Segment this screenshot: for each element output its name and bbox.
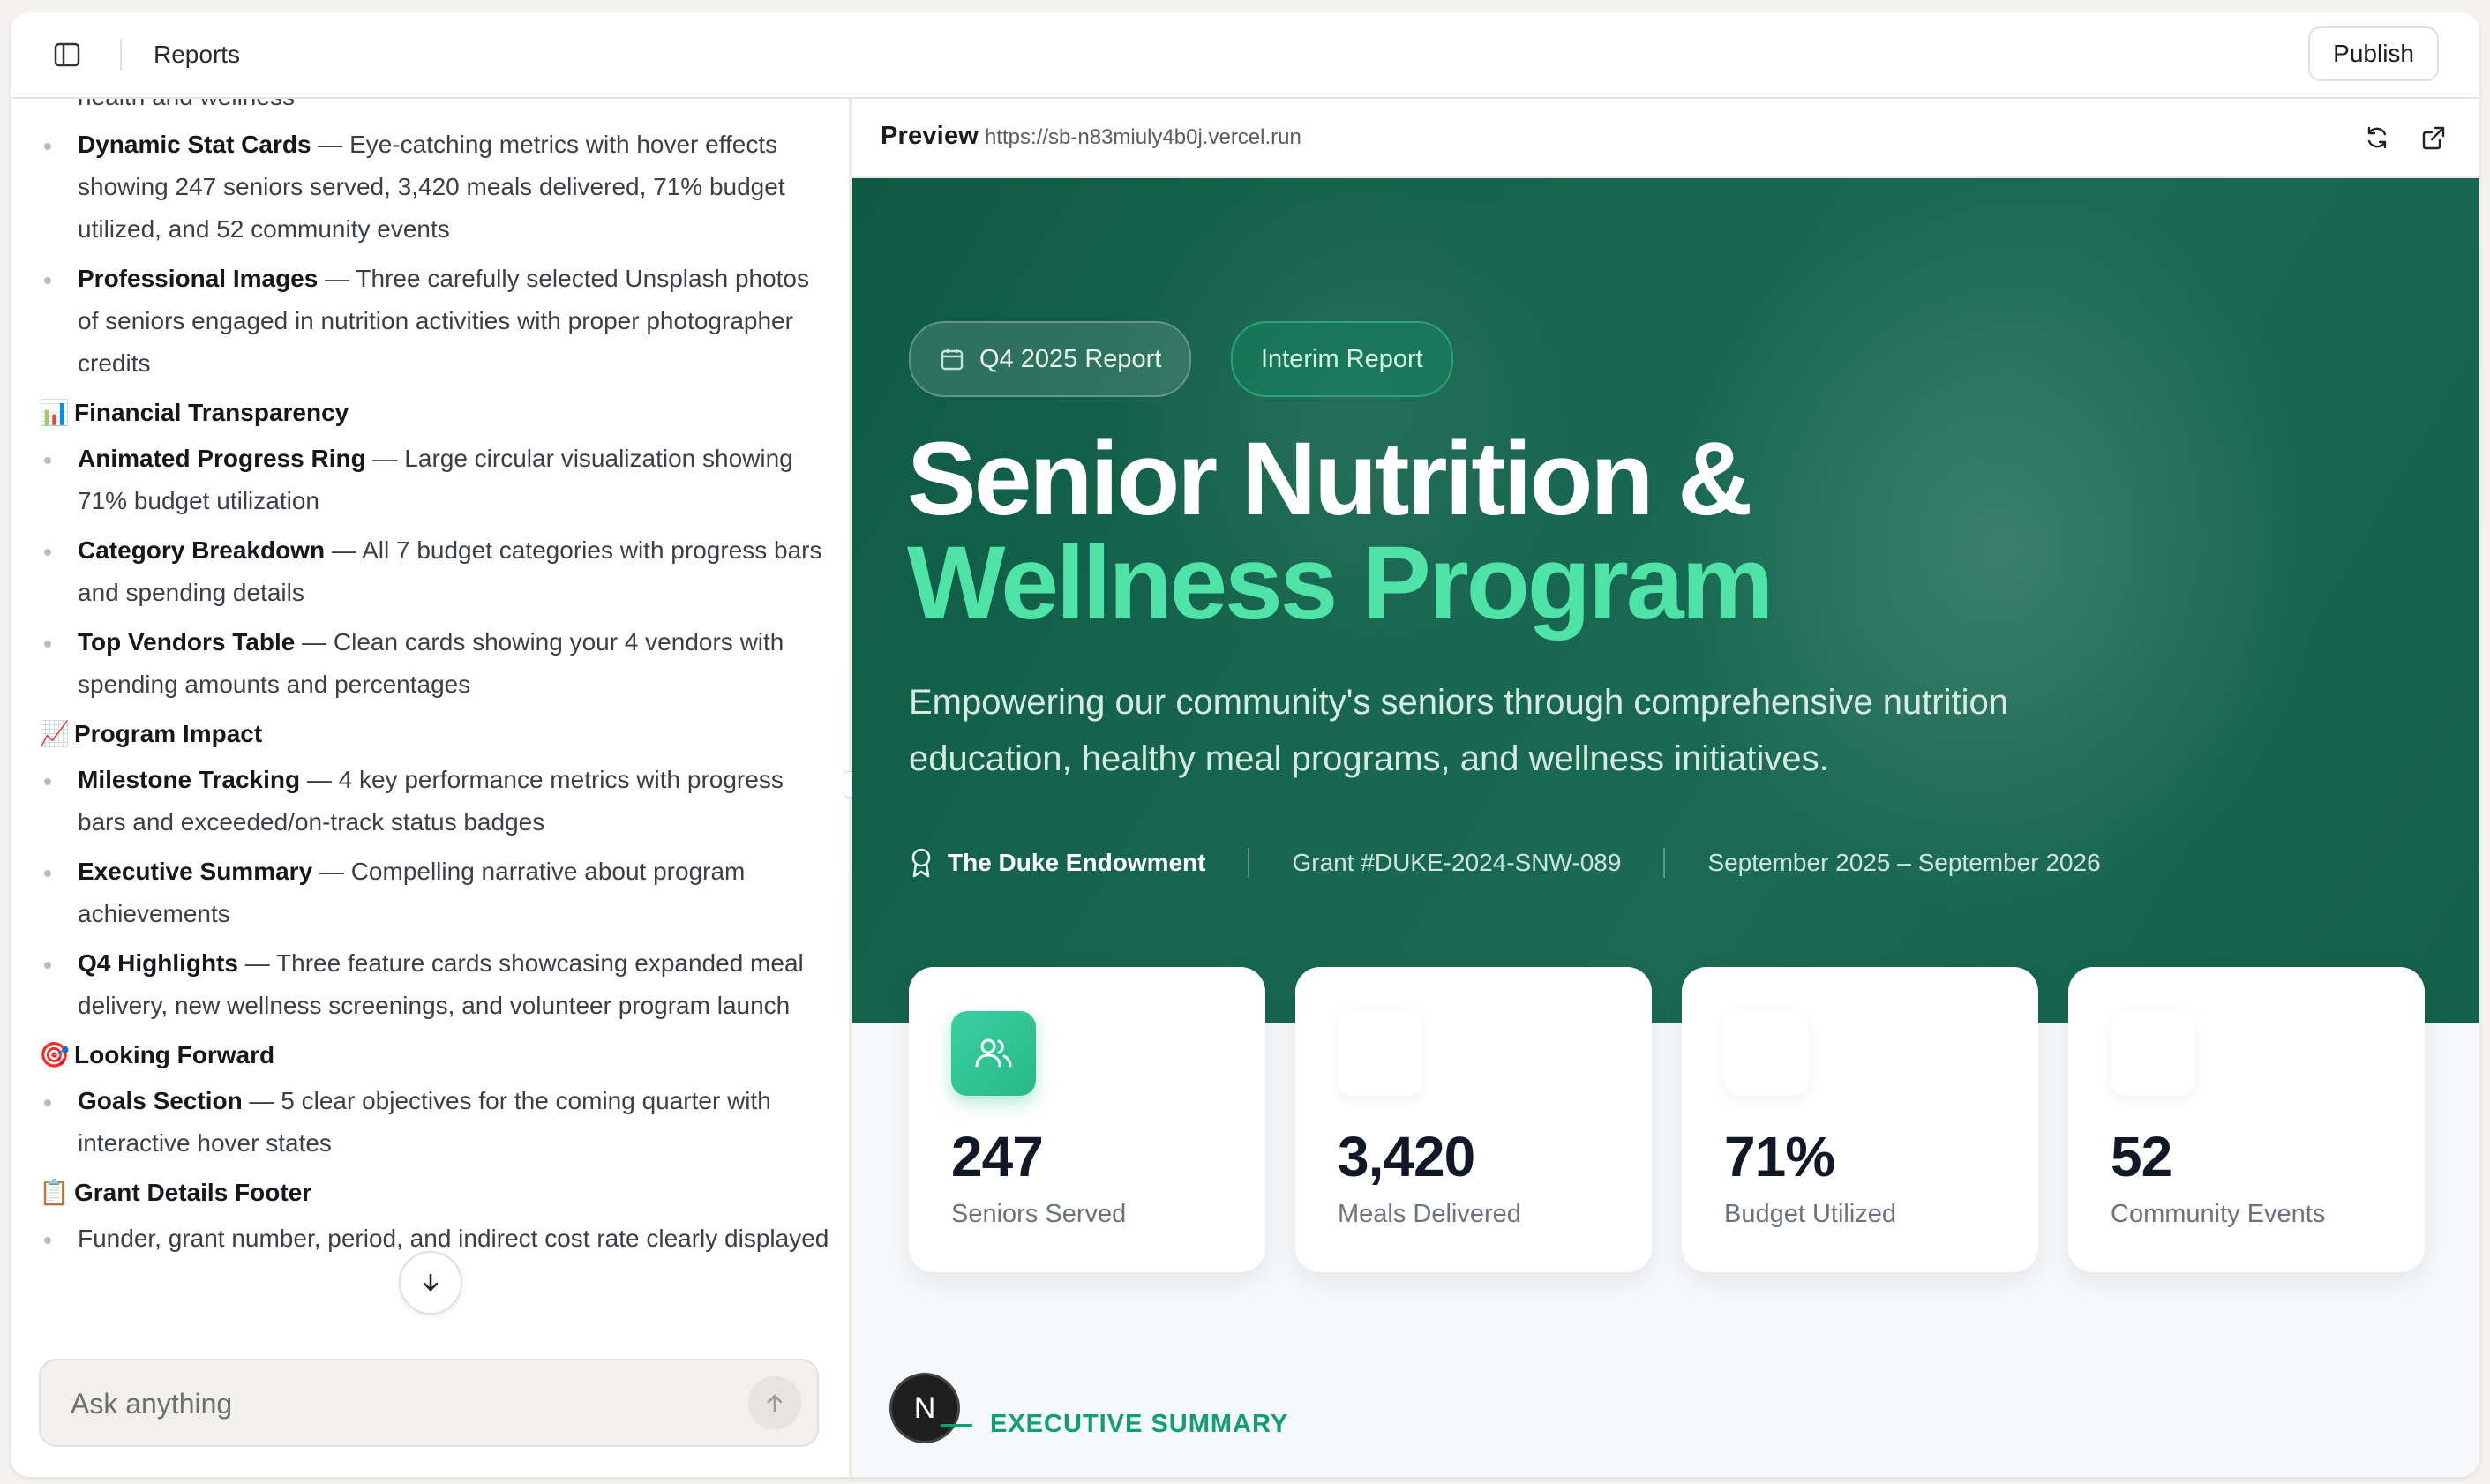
executive-summary-label: EXECUTIVE SUMMARY — [990, 1410, 1289, 1438]
quarter-badge: Q4 2025 Report — [909, 321, 1192, 397]
award-icon — [911, 848, 931, 878]
preview-toolbar: Preview https://sb-n83miuly4b0j.vercel.r… — [852, 99, 2479, 178]
events-icon — [2111, 1011, 2195, 1096]
preview-pane: Preview https://sb-n83miuly4b0j.vercel.r… — [852, 99, 2479, 1477]
external-link-icon[interactable] — [2416, 120, 2451, 155]
funder-name: The Duke Endowment — [948, 849, 1206, 876]
page-title: Reports — [154, 41, 241, 68]
hero-title-line2: Wellness Program — [907, 525, 1774, 641]
stat-value: 3,420 — [1338, 1125, 1475, 1188]
section-heading-text: Looking Forward — [74, 1041, 275, 1068]
sidebar-toggle-icon[interactable] — [51, 39, 83, 71]
send-button[interactable] — [748, 1376, 801, 1429]
chat-input[interactable] — [69, 1383, 690, 1424]
chat-pane: health and wellness Dynamic Stat Cards —… — [11, 99, 849, 1477]
preview-label: Preview — [881, 122, 979, 150]
list-item-title: Animated Progress Ring — [78, 445, 366, 472]
hero-section: Q4 2025 Report Interim Report Senior Nut… — [852, 178, 2479, 1023]
app-window: Reports Publish health and wellness Dyna… — [11, 12, 2479, 1477]
chat-transcript: health and wellness Dynamic Stat Cards —… — [11, 99, 849, 1267]
section-heading-text: Financial Transparency — [74, 399, 349, 426]
stat-value: 71% — [1724, 1125, 1835, 1188]
stat-label: Community Events — [2111, 1200, 2326, 1228]
list-item: Professional Images — Three carefully se… — [44, 258, 833, 385]
section-heading-text: Grant Details Footer — [74, 1179, 312, 1206]
list-item-title: Q4 Highlights — [78, 949, 238, 977]
list-item-title: Executive Summary — [78, 858, 313, 885]
section-heading-impact: 📈 Program Impact — [39, 713, 849, 755]
preview-url[interactable]: https://sb-n83miuly4b0j.vercel.run — [985, 125, 1301, 150]
stat-card-meals[interactable]: 3,420 Meals Delivered — [1295, 967, 1652, 1272]
stat-card-seniors[interactable]: 247 Seniors Served — [909, 967, 1265, 1272]
interim-badge: Interim Report — [1231, 321, 1453, 397]
interim-badge-label: Interim Report — [1261, 344, 1423, 373]
intro-tail-text: health and wellness — [78, 99, 833, 118]
hero-title-line1: Senior Nutrition & — [907, 421, 1753, 537]
chart-emoji-icon: 📊 — [39, 399, 70, 426]
stat-label: Seniors Served — [951, 1200, 1127, 1228]
chat-composer — [39, 1359, 819, 1447]
list-item: Goals Section — 5 clear objectives for t… — [44, 1080, 833, 1165]
grant-meta-row: The Duke Endowment Grant #DUKE-2024-SNW-… — [909, 845, 2101, 881]
stat-label: Budget Utilized — [1724, 1200, 1897, 1228]
list-item: Milestone Tracking — 4 key performance m… — [44, 759, 833, 843]
arrow-up-icon — [767, 1394, 783, 1413]
topbar-divider — [120, 39, 122, 71]
top-bar: Reports Publish — [11, 12, 2479, 99]
grant-period: September 2025 – September 2026 — [1707, 849, 2101, 876]
list-item: Category Breakdown — All 7 budget catego… — [44, 529, 833, 614]
calendar-icon — [941, 349, 964, 371]
list-item-title: Category Breakdown — [78, 536, 326, 564]
stat-value: 247 — [951, 1125, 1044, 1188]
clipboard-emoji-icon: 📋 — [39, 1179, 70, 1206]
list-item: Executive Summary — Compelling narrative… — [44, 851, 833, 935]
list-item-title: Top Vendors Table — [78, 628, 296, 656]
stat-card-budget[interactable]: 71% Budget Utilized — [1682, 967, 2038, 1272]
section-heading-forward: 🎯 Looking Forward — [39, 1034, 849, 1076]
scroll-to-bottom-button[interactable] — [399, 1251, 462, 1315]
target-emoji-icon: 🎯 — [39, 1041, 70, 1068]
section-heading-footer: 📋 Grant Details Footer — [39, 1172, 849, 1214]
section-heading-financial: 📊 Financial Transparency — [39, 392, 849, 434]
list-item-title: Dynamic Stat Cards — [78, 131, 311, 158]
list-item-title: Professional Images — [78, 265, 319, 292]
users-icon — [951, 1011, 1036, 1096]
meta-separator — [1248, 848, 1250, 878]
budget-icon — [1724, 1011, 1809, 1096]
arrow-down-icon — [423, 1273, 439, 1292]
list-item: Funder, grant number, period, and indire… — [44, 1218, 833, 1260]
framework-badge[interactable]: N — [889, 1373, 960, 1443]
list-item: Top Vendors Table — Clean cards showing … — [44, 621, 833, 706]
section-accent-line — [941, 1424, 972, 1427]
stat-card-events[interactable]: 52 Community Events — [2068, 967, 2425, 1272]
list-item: Q4 Highlights — Three feature cards show… — [44, 942, 833, 1027]
list-item-title: Milestone Tracking — [78, 766, 301, 793]
hero-subtitle: Empowering our community's seniors throu… — [909, 683, 2008, 778]
list-item: Dynamic Stat Cards — Eye-catching metric… — [44, 124, 833, 251]
trend-emoji-icon: 📈 — [39, 720, 70, 747]
stat-value: 52 — [2111, 1125, 2172, 1188]
meta-separator — [1663, 848, 1666, 878]
stat-label: Meals Delivered — [1338, 1200, 1521, 1228]
refresh-icon[interactable] — [2359, 120, 2395, 155]
list-item-text: Funder, grant number, period, and indire… — [78, 1225, 829, 1252]
grant-number: Grant #DUKE-2024-SNW-089 — [1292, 849, 1622, 876]
list-item: Animated Progress Ring — Large circular … — [44, 438, 833, 522]
quarter-badge-label: Q4 2025 Report — [979, 344, 1162, 373]
list-item-title: Goals Section — [78, 1087, 243, 1114]
meals-icon — [1338, 1011, 1422, 1096]
section-heading-text: Program Impact — [74, 720, 263, 747]
publish-button[interactable]: Publish — [2308, 26, 2439, 81]
